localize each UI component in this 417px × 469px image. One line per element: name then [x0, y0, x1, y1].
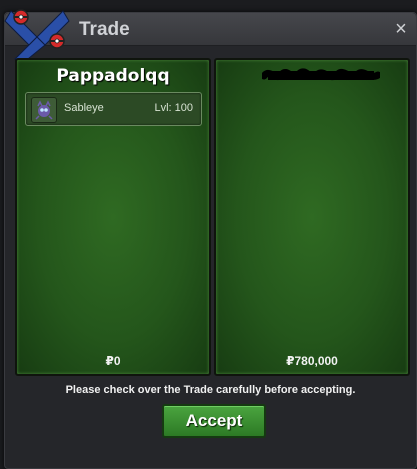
money-offer-left: ₽0: [105, 354, 121, 368]
window-title: Trade: [79, 19, 130, 40]
pokemon-name: Sableye: [64, 102, 104, 114]
pokeball-logo-icon: [4, 9, 70, 63]
trade-notice: Please check over the Trade carefully be…: [65, 384, 356, 396]
sableye-icon: [31, 97, 57, 123]
partner-offer-panel: ₽780,000: [214, 58, 410, 376]
pokemon-level: Lvl: 100: [154, 102, 193, 114]
accept-button[interactable]: Accept: [162, 404, 266, 438]
offered-pokemon-slot[interactable]: Sableye Lvl: 100: [25, 92, 202, 126]
redacted-name-scribble: [262, 68, 380, 81]
your-offer-panel: Pappadolqq Sableye Lvl: 100 ₽0: [15, 58, 211, 376]
trainer-name-left: Pappadolqq: [56, 66, 170, 86]
trade-window: Trade × Pappadolqq Sableye Lvl: 100 ₽0 ₽…: [4, 9, 417, 469]
money-offer-right: ₽780,000: [286, 354, 338, 368]
close-icon[interactable]: ×: [390, 18, 412, 40]
